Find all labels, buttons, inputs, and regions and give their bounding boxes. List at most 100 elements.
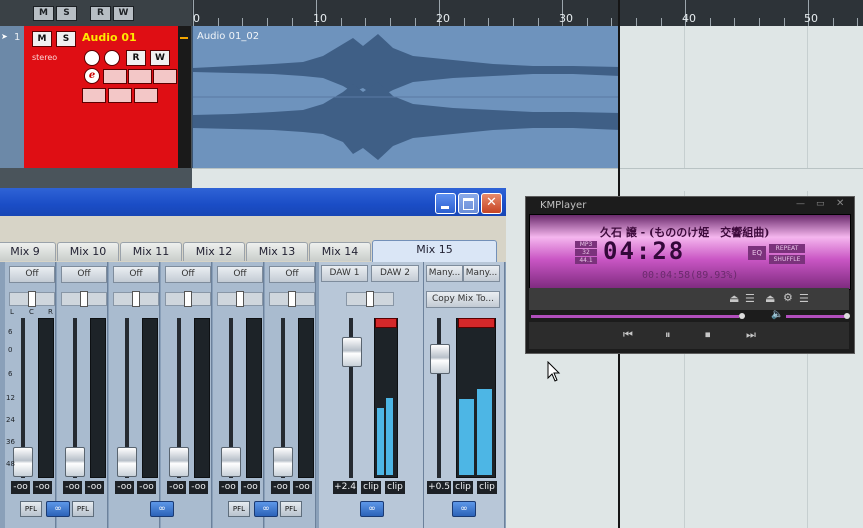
kmp-shuffle-button[interactable]: SHUFFLE (769, 255, 805, 264)
kmp-seek-knob[interactable] (739, 313, 745, 319)
volume-fader[interactable] (117, 447, 137, 477)
kmp-eject-icon: ⏏ (765, 292, 776, 305)
volume-value: -oo (11, 481, 30, 494)
write-all-button[interactable]: W (113, 6, 134, 21)
tab-mix-13[interactable]: Mix 13 (246, 242, 308, 261)
pan-slider[interactable] (113, 291, 159, 307)
insert-icon[interactable] (103, 69, 127, 84)
volume-fader[interactable] (13, 447, 33, 477)
many-volume-fader[interactable] (430, 344, 450, 374)
volume-fader[interactable] (169, 447, 189, 477)
kmp-volume-slider[interactable] (786, 315, 846, 318)
peak-value: -oo (293, 481, 312, 494)
pan-slider[interactable] (165, 291, 211, 307)
kmp-maximize-icon[interactable]: ▭ (816, 199, 825, 209)
daw-volume-fader[interactable] (342, 337, 362, 367)
kmp-next-icon[interactable]: ⏭ (746, 328, 756, 342)
channel-off-button[interactable]: Off (165, 266, 211, 283)
pfl-button[interactable]: PFL (280, 501, 302, 517)
kmp-close-icon[interactable]: ✕ (836, 198, 844, 209)
many-tab-2[interactable]: Many... (463, 265, 500, 282)
channel-off-button[interactable]: Off (217, 266, 263, 283)
tab-mix-14[interactable]: Mix 14 (309, 242, 371, 261)
daw-volume-value: +2.4 (333, 481, 357, 494)
many-tab-1[interactable]: Many... (426, 265, 463, 282)
many-link-button[interactable]: ∞ (452, 501, 476, 517)
timeline-ruler[interactable]: 0 10 20 30 40 50 (192, 0, 863, 27)
kmp-settings-icon[interactable]: ⚙ (783, 291, 793, 304)
timebase-icon[interactable] (82, 88, 106, 103)
kmp-volume-knob[interactable] (844, 313, 850, 319)
daw-2-tab[interactable]: DAW 2 (371, 265, 419, 282)
header-buttons: M S R W (0, 0, 192, 26)
minimize-button[interactable] (435, 193, 456, 214)
volume-fader[interactable] (221, 447, 241, 477)
record-icon[interactable] (84, 50, 100, 66)
tab-mix-15[interactable]: Mix 15 (372, 240, 497, 263)
tab-mix-12[interactable]: Mix 12 (183, 242, 245, 261)
maximize-button[interactable] (458, 193, 479, 214)
mixer-titlebar[interactable] (0, 188, 506, 216)
clip-name: Audio 01_02 (197, 31, 260, 42)
channel-off-button[interactable]: Off (61, 266, 107, 283)
kmp-stop-icon[interactable]: ⏹ (705, 328, 711, 342)
many-clip-left: clip (453, 481, 473, 494)
eq-icon[interactable] (128, 69, 152, 84)
kmp-pause-icon[interactable]: ⏸ (665, 328, 671, 342)
kmp-prev-icon[interactable]: ⏮ (623, 328, 633, 342)
tab-mix-10[interactable]: Mix 10 (57, 242, 119, 261)
track-number: 1 (14, 32, 21, 43)
edit-channel-icon[interactable]: e (84, 68, 100, 84)
link-button[interactable]: ∞ (46, 501, 70, 517)
copy-mix-button[interactable]: Copy Mix To... (426, 291, 500, 308)
kmp-control-bar: ⏏ ☰ ⏏ ⚙ ☰ (529, 288, 849, 310)
volume-fader[interactable] (273, 447, 293, 477)
close-icon[interactable]: ✕ (481, 193, 502, 214)
track-write-button[interactable]: W (150, 50, 170, 66)
link-button[interactable]: ∞ (150, 501, 174, 517)
link-button[interactable]: ∞ (254, 501, 278, 517)
channel-off-button[interactable]: Off (269, 266, 315, 283)
pan-slider[interactable] (269, 291, 315, 307)
kmp-eq-badge[interactable]: EQ (748, 246, 766, 260)
daw-pan-slider[interactable] (346, 291, 394, 307)
tab-mix-11[interactable]: Mix 11 (120, 242, 182, 261)
pan-label-l: L (10, 308, 14, 316)
track-read-button[interactable]: R (126, 50, 146, 66)
audio-clip[interactable] (192, 26, 620, 168)
kmp-volume-icon[interactable]: 🔈 (771, 309, 783, 320)
pfl-button[interactable]: PFL (228, 501, 250, 517)
ruler-label-50: 50 (804, 12, 818, 25)
tab-mix-9[interactable]: Mix 9 (0, 242, 56, 261)
kmp-seek-bar[interactable] (531, 315, 739, 318)
solo-all-button[interactable]: S (56, 6, 77, 21)
channel-off-button[interactable]: Off (113, 266, 159, 283)
pan-slider[interactable] (9, 291, 55, 307)
peak-value: -oo (137, 481, 156, 494)
daw-link-button[interactable]: ∞ (360, 501, 384, 517)
send-icon[interactable] (153, 69, 177, 84)
volume-fader[interactable] (65, 447, 85, 477)
scale-label: 6 (8, 328, 13, 336)
kmp-position: 00:04:58(89.93%) (642, 270, 739, 281)
kmp-list-icon[interactable]: ☰ (799, 292, 809, 305)
kmp-minimize-icon[interactable]: — (796, 199, 805, 209)
pan-slider[interactable] (61, 291, 107, 307)
track-color-strip[interactable] (0, 26, 24, 168)
ruler-label-0: 0 (193, 12, 200, 25)
monitor-icon[interactable] (104, 50, 120, 66)
scale-label: 6 (8, 370, 13, 378)
track-mute-button[interactable]: M (32, 31, 52, 47)
read-all-button[interactable]: R (90, 6, 111, 21)
lane-icon[interactable] (134, 88, 158, 103)
channel-off-button[interactable]: Off (9, 266, 55, 283)
lock-icon[interactable] (108, 88, 132, 103)
pfl-button[interactable]: PFL (20, 501, 42, 517)
track-solo-button[interactable]: S (56, 31, 76, 47)
pfl-button[interactable]: PFL (72, 501, 94, 517)
kmp-repeat-button[interactable]: REPEAT (769, 244, 805, 253)
pan-slider[interactable] (217, 291, 263, 307)
track-name[interactable]: Audio 01 (82, 31, 137, 44)
mute-all-button[interactable]: M (33, 6, 54, 21)
daw-1-tab[interactable]: DAW 1 (321, 265, 368, 282)
